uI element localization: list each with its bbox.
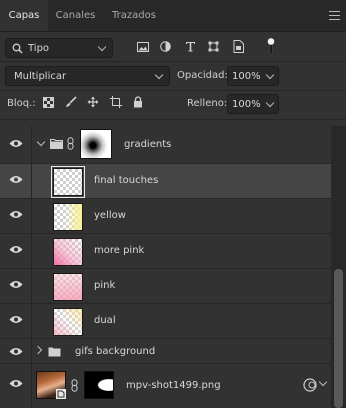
divider xyxy=(0,119,346,120)
tab-label: Capas xyxy=(8,10,40,21)
smart-object-filter-icon[interactable] xyxy=(233,40,244,53)
visibility-cell[interactable] xyxy=(0,234,32,268)
lock-all-icon[interactable] xyxy=(133,96,143,108)
folder-icon xyxy=(48,347,61,357)
smart-filter-icon[interactable] xyxy=(303,378,317,392)
eye-icon[interactable] xyxy=(9,210,23,219)
tab-canales[interactable]: Canales xyxy=(48,0,103,31)
layers-list: gradients final touches yellow more pink… xyxy=(0,126,331,408)
filter-kind-select[interactable]: Tipo xyxy=(5,38,113,58)
adjustment-filter-icon[interactable] xyxy=(160,41,171,52)
chevron-right-icon[interactable] xyxy=(33,345,43,355)
eye-icon[interactable] xyxy=(9,175,23,184)
fill-label: Relleno: xyxy=(187,98,228,109)
layer-row-final-touches[interactable]: final touches xyxy=(0,164,331,199)
eye-icon[interactable] xyxy=(9,315,23,324)
eye-icon[interactable] xyxy=(9,139,23,148)
layer-name: yellow xyxy=(94,210,126,221)
eye-icon[interactable] xyxy=(9,347,23,356)
layer-thumbnail[interactable] xyxy=(53,238,83,266)
layer-name: gifs background xyxy=(75,346,156,357)
divider xyxy=(0,90,346,91)
layer-row-gradients[interactable]: gradients xyxy=(0,126,331,164)
opacity-label: Opacidad: xyxy=(177,70,228,81)
scrollbar-thumb[interactable] xyxy=(334,269,343,408)
shape-filter-icon[interactable] xyxy=(208,41,219,52)
layer-thumbnail[interactable] xyxy=(53,308,83,336)
smart-object-icon xyxy=(56,389,66,399)
chevron-down-icon xyxy=(265,70,275,80)
lock-label: Bloq.: xyxy=(7,98,36,109)
divider xyxy=(0,61,346,62)
lock-image-pixels-icon[interactable] xyxy=(65,96,77,108)
tab-label: Trazados xyxy=(112,10,156,21)
layer-row-yellow[interactable]: yellow xyxy=(0,199,331,234)
lock-artboard-icon[interactable] xyxy=(110,96,122,108)
filter-kind-label: Tipo xyxy=(28,43,50,54)
chevron-down-icon xyxy=(97,42,107,52)
visibility-cell[interactable] xyxy=(0,269,32,303)
group-mask-thumbnail[interactable] xyxy=(80,129,112,159)
visibility-cell[interactable] xyxy=(0,304,32,338)
panel-menu-icon[interactable] xyxy=(329,11,340,20)
chevron-down-icon[interactable] xyxy=(36,137,46,147)
layer-row-pink[interactable]: pink xyxy=(0,269,331,304)
eye-icon[interactable] xyxy=(9,280,23,289)
layer-thumbnail[interactable] xyxy=(53,273,83,301)
opacity-value: 100% xyxy=(232,71,261,82)
chevron-down-icon xyxy=(154,70,164,80)
visibility-cell[interactable] xyxy=(0,164,32,198)
tab-capas[interactable]: Capas xyxy=(0,0,48,31)
chevron-down-icon xyxy=(265,98,275,108)
layer-mask-thumbnail[interactable] xyxy=(84,371,114,399)
panel-tab-bar: Capas Canales Trazados xyxy=(0,0,346,32)
visibility-cell[interactable] xyxy=(0,126,32,163)
image-filter-icon[interactable] xyxy=(137,42,149,52)
visibility-cell[interactable] xyxy=(0,199,32,233)
layer-row-more-pink[interactable]: more pink xyxy=(0,234,331,269)
blend-mode-value: Multiplicar xyxy=(14,71,67,82)
layer-name: gradients xyxy=(124,139,172,150)
lock-transparent-pixels-icon[interactable] xyxy=(43,97,54,108)
link-icon[interactable] xyxy=(71,379,78,392)
layer-thumbnail[interactable] xyxy=(53,203,83,231)
folder-icon xyxy=(50,139,63,149)
layer-thumbnail[interactable] xyxy=(36,371,66,399)
chevron-down-icon[interactable] xyxy=(318,377,328,387)
fill-value: 100% xyxy=(232,99,261,110)
search-icon xyxy=(12,43,23,54)
visibility-cell[interactable] xyxy=(0,364,32,408)
layer-thumbnail[interactable] xyxy=(51,166,85,198)
layer-name: more pink xyxy=(94,245,145,256)
tab-trazados[interactable]: Trazados xyxy=(103,0,165,31)
filter-toggle-icon[interactable] xyxy=(267,37,275,55)
link-icon[interactable] xyxy=(67,137,74,150)
layer-row-dual[interactable]: dual xyxy=(0,304,331,339)
layer-row-mpv-shot1499[interactable]: mpv-shot1499.png xyxy=(0,364,331,408)
visibility-cell[interactable] xyxy=(0,339,32,363)
fill-field[interactable]: 100% xyxy=(227,94,279,114)
type-filter-icon[interactable] xyxy=(185,41,196,52)
eye-icon[interactable] xyxy=(9,245,23,254)
tab-label: Canales xyxy=(55,10,96,21)
eye-icon[interactable] xyxy=(9,379,23,388)
layer-name: mpv-shot1499.png xyxy=(126,380,221,391)
blend-mode-select[interactable]: Multiplicar xyxy=(5,66,170,86)
lock-position-icon[interactable] xyxy=(87,96,99,108)
layer-name: dual xyxy=(94,315,116,326)
opacity-field[interactable]: 100% xyxy=(227,66,279,86)
layers-scrollbar[interactable] xyxy=(331,126,346,408)
layer-name: final touches xyxy=(94,175,159,186)
layer-name: pink xyxy=(94,280,116,291)
layer-row-gifs-background[interactable]: gifs background xyxy=(0,339,331,364)
